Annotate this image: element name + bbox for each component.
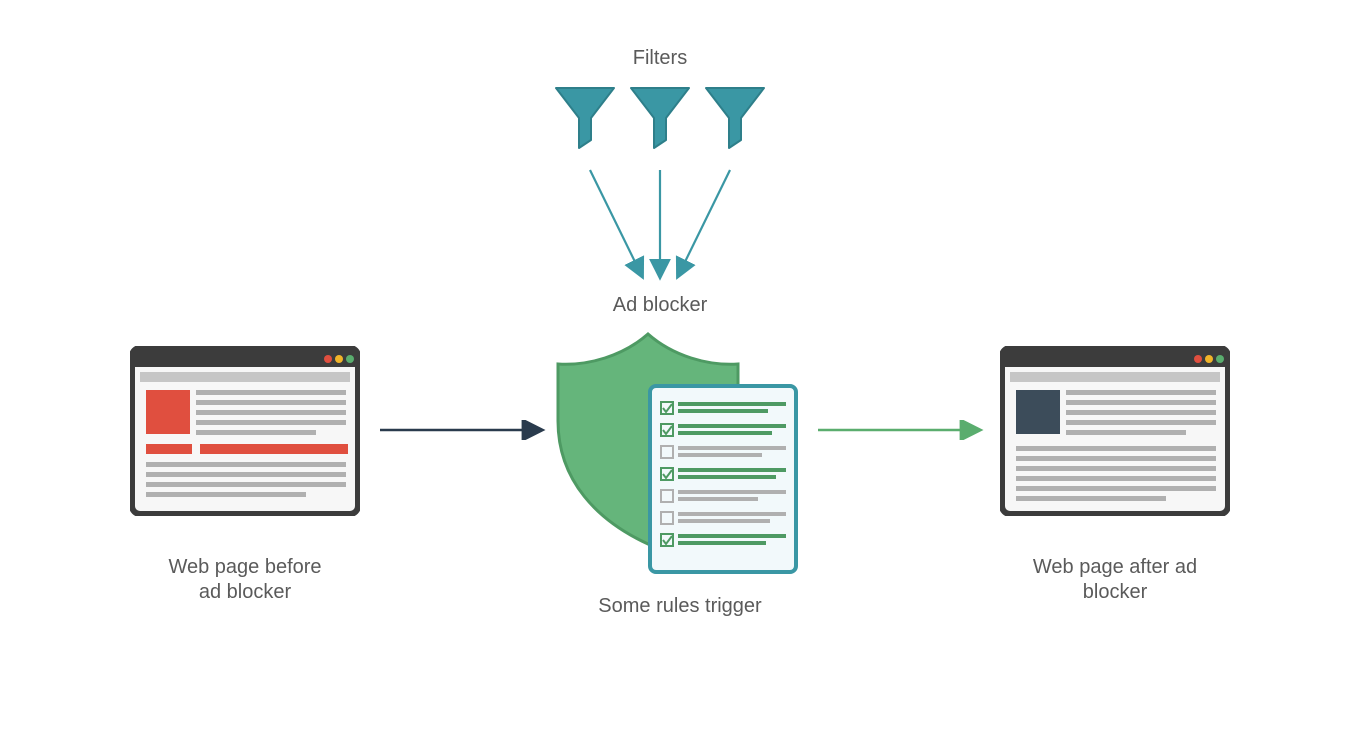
rules-document-icon [650, 386, 796, 572]
after-text: Web page after ad blocker [1033, 556, 1197, 603]
adblocker-illustration [548, 326, 808, 586]
funnel-icon [625, 82, 695, 154]
filters-text: Filters [633, 47, 687, 69]
before-label: Web page before ad blocker [120, 530, 370, 605]
browser-before-icon [130, 346, 360, 516]
after-label: Web page after ad blocker [990, 530, 1240, 605]
diagram-stage: Filters Ad blocker [0, 0, 1360, 748]
filters-label: Filters [560, 46, 760, 71]
rules-label: Some rules trigger [540, 594, 820, 619]
funnel-icon [700, 82, 770, 154]
filter-arrows [540, 160, 780, 290]
browser-after-icon [1000, 346, 1230, 516]
arrow-blocker-to-after [816, 420, 986, 440]
arrow-before-to-blocker [378, 420, 548, 440]
before-text: Web page before ad blocker [168, 556, 321, 603]
rules-text: Some rules trigger [598, 595, 761, 617]
adblocker-text: Ad blocker [613, 294, 708, 316]
adblocker-label: Ad blocker [560, 293, 760, 318]
funnel-icon [550, 82, 620, 154]
